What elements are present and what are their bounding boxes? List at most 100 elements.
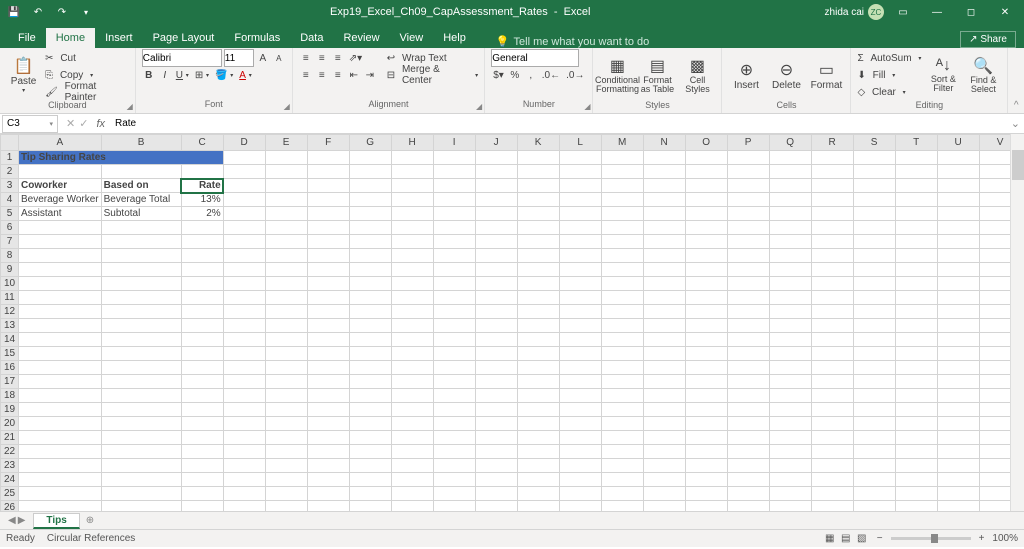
clipboard-launcher[interactable]: ◢ [127, 102, 133, 111]
row-header[interactable]: 4 [1, 193, 19, 207]
cell[interactable] [475, 305, 517, 319]
cell[interactable] [685, 487, 727, 501]
cell[interactable] [223, 501, 265, 512]
cell[interactable] [601, 473, 643, 487]
cell[interactable] [307, 473, 349, 487]
cell[interactable] [475, 389, 517, 403]
cell[interactable] [475, 235, 517, 249]
cell[interactable] [727, 361, 769, 375]
cell[interactable] [937, 361, 979, 375]
cell[interactable] [769, 249, 811, 263]
cell[interactable] [391, 277, 433, 291]
cell[interactable] [181, 263, 223, 277]
cell[interactable] [265, 165, 307, 179]
cell[interactable] [391, 207, 433, 221]
fill-button[interactable]: ⬇ Fill ▾ [857, 67, 921, 83]
cell[interactable] [601, 403, 643, 417]
tab-home[interactable]: Home [46, 28, 95, 48]
cell[interactable] [937, 249, 979, 263]
cell[interactable] [265, 333, 307, 347]
cell[interactable] [643, 445, 685, 459]
cell[interactable] [101, 263, 181, 277]
cell[interactable] [853, 277, 895, 291]
cell[interactable] [181, 473, 223, 487]
cell[interactable] [433, 151, 475, 165]
cell[interactable] [307, 445, 349, 459]
cell[interactable] [223, 347, 265, 361]
cell[interactable] [517, 375, 559, 389]
cell[interactable] [265, 417, 307, 431]
font-launcher[interactable]: ◢ [284, 102, 290, 111]
cell[interactable] [895, 347, 937, 361]
cell[interactable] [685, 277, 727, 291]
cell[interactable] [433, 487, 475, 501]
cell[interactable] [601, 305, 643, 319]
cell[interactable] [559, 473, 601, 487]
cell[interactable] [559, 193, 601, 207]
select-all-corner[interactable] [1, 135, 19, 151]
cell[interactable] [101, 305, 181, 319]
cell[interactable] [475, 501, 517, 512]
cell[interactable] [811, 473, 853, 487]
paste-button[interactable]: 📋 Paste ▾ [6, 50, 41, 100]
cell[interactable] [19, 403, 102, 417]
cell[interactable] [433, 417, 475, 431]
cell[interactable] [517, 221, 559, 235]
cell[interactable] [853, 193, 895, 207]
cell[interactable] [895, 165, 937, 179]
cell[interactable] [475, 165, 517, 179]
cell[interactable] [19, 221, 102, 235]
cell[interactable] [19, 431, 102, 445]
qat-customize-icon[interactable]: ▾ [76, 2, 96, 22]
cell[interactable] [853, 333, 895, 347]
row-header[interactable]: 26 [1, 501, 19, 512]
number-format-select[interactable] [491, 49, 579, 67]
cell[interactable] [769, 487, 811, 501]
cell[interactable] [101, 165, 181, 179]
column-header[interactable]: S [853, 135, 895, 151]
cell[interactable] [517, 403, 559, 417]
cell[interactable] [853, 221, 895, 235]
cell[interactable] [643, 501, 685, 512]
format-painter-button[interactable]: 🖌 Format Painter [45, 84, 129, 100]
cell[interactable] [559, 361, 601, 375]
cell[interactable] [559, 445, 601, 459]
cell[interactable] [811, 389, 853, 403]
cell[interactable] [101, 347, 181, 361]
cell[interactable] [895, 473, 937, 487]
cell[interactable] [559, 319, 601, 333]
cell[interactable] [811, 431, 853, 445]
cell[interactable] [727, 333, 769, 347]
cell[interactable] [223, 459, 265, 473]
cell[interactable] [811, 319, 853, 333]
cell[interactable] [433, 361, 475, 375]
percent-format-icon[interactable]: % [508, 67, 522, 83]
zoom-out-icon[interactable]: − [877, 533, 883, 544]
cell[interactable] [937, 501, 979, 512]
cell[interactable] [895, 305, 937, 319]
cell[interactable] [181, 221, 223, 235]
cell[interactable] [223, 179, 265, 193]
column-header[interactable]: Q [769, 135, 811, 151]
cell[interactable] [517, 305, 559, 319]
row-header[interactable]: 20 [1, 417, 19, 431]
cell[interactable] [643, 291, 685, 305]
cell[interactable] [643, 333, 685, 347]
cell[interactable] [265, 151, 307, 165]
collapse-ribbon-icon[interactable]: ^ [1008, 48, 1024, 113]
cell[interactable] [223, 403, 265, 417]
cell[interactable] [223, 319, 265, 333]
cell[interactable] [517, 207, 559, 221]
cell[interactable] [727, 445, 769, 459]
cell[interactable] [811, 375, 853, 389]
italic-button[interactable]: I [158, 67, 172, 83]
cell[interactable] [475, 207, 517, 221]
cell[interactable] [391, 459, 433, 473]
vertical-scrollbar[interactable] [1010, 134, 1024, 511]
cell[interactable] [349, 375, 391, 389]
cell[interactable] [769, 473, 811, 487]
cell[interactable] [601, 389, 643, 403]
cell[interactable] [727, 417, 769, 431]
cell[interactable] [727, 347, 769, 361]
cell[interactable] [559, 431, 601, 445]
